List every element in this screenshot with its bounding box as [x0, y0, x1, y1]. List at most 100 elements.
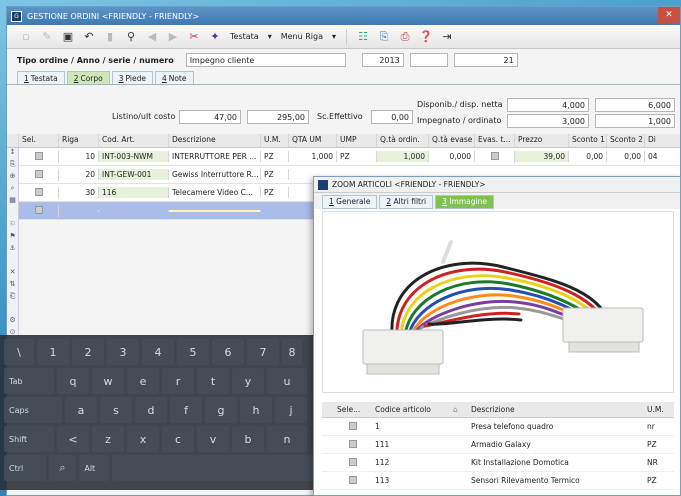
sort-icon[interactable]: ⌂ — [450, 405, 468, 414]
key[interactable]: c — [162, 426, 194, 452]
binoculars-icon[interactable]: ⚲ — [122, 28, 140, 46]
copy-icon[interactable]: ⎘ — [375, 28, 393, 46]
key[interactable]: n — [267, 426, 307, 452]
cell-ump[interactable]: PZ — [337, 151, 377, 162]
menu-riga[interactable]: Menu Riga — [278, 32, 326, 41]
undo-icon[interactable]: ↶ — [80, 28, 98, 46]
alt-key[interactable]: Alt — [79, 455, 110, 481]
key[interactable]: q — [57, 368, 89, 394]
cell-descrizione[interactable] — [169, 209, 261, 212]
numero-field[interactable]: 21 — [453, 53, 518, 67]
list-item[interactable]: 113 Sensori Rilevamento Termico PZ — [322, 472, 674, 490]
col-um[interactable]: U.M. — [261, 134, 289, 147]
checkbox[interactable] — [34, 169, 43, 178]
tab-piede[interactable]: 3 Piede — [111, 71, 153, 84]
col-ump[interactable]: UMP — [337, 134, 377, 147]
cell-descrizione[interactable]: INTERRUTTORE PER ... — [169, 151, 261, 162]
tipo-ordine-field[interactable]: Impegno cliente — [185, 53, 346, 67]
key[interactable]: a — [65, 397, 97, 423]
cell-um[interactable]: PZ — [261, 169, 289, 180]
testata-arrow[interactable]: ▾ — [265, 32, 275, 41]
print-icon[interactable]: ⎙ — [396, 28, 414, 46]
row-select[interactable] — [334, 439, 372, 450]
col-sconto1[interactable]: Sconto 1 — [569, 134, 607, 147]
row-select[interactable] — [334, 421, 372, 432]
col-descrizione[interactable]: Descrizione — [169, 134, 261, 147]
cell-sconto1[interactable]: 0,00 — [569, 151, 607, 162]
move-icon[interactable]: ⇅ — [7, 280, 18, 292]
serie-field[interactable] — [409, 53, 448, 67]
key[interactable]: \ — [4, 339, 34, 365]
space-key[interactable] — [112, 455, 318, 481]
col-qta-ordin[interactable]: Q.tà ordin. — [377, 134, 429, 147]
list-item[interactable]: 1 Presa telefono quadro nr — [322, 418, 674, 436]
col-codice[interactable]: Codice articolo — [372, 405, 450, 414]
list-item[interactable]: 112 Kit Installazione Domotica NR — [322, 454, 674, 472]
cell-qta-evase[interactable]: 0,000 — [429, 151, 475, 162]
tab-immagine[interactable]: 3 Immagine — [435, 195, 494, 209]
checkbox[interactable] — [490, 151, 499, 160]
cell-descrizione[interactable]: Gewiss Interruttore R... — [169, 169, 261, 180]
key[interactable]: t — [197, 368, 229, 394]
tab-note[interactable]: 4 Note — [154, 71, 194, 84]
cell-prezzo[interactable]: 39,00 — [515, 151, 569, 162]
new-icon[interactable]: ▫ — [17, 28, 35, 46]
col-descrizione[interactable]: Descrizione — [468, 405, 644, 414]
menu-riga-arrow[interactable]: ▾ — [329, 32, 339, 41]
tab-key[interactable]: Tab — [4, 368, 54, 394]
filter-icon[interactable]: ⚐ — [7, 220, 18, 232]
col-di[interactable]: Di — [645, 134, 680, 147]
save-icon[interactable]: ▣ — [59, 28, 77, 46]
row-select[interactable] — [19, 186, 59, 199]
search-icon[interactable]: ⌕ — [7, 184, 18, 196]
ctrl-key[interactable]: Ctrl — [4, 455, 46, 481]
key[interactable]: < — [57, 426, 89, 452]
cell-sconto2[interactable]: 0,00 — [607, 151, 645, 162]
key[interactable]: 4 — [142, 339, 174, 365]
col-cod-art[interactable]: Cod. Art. — [99, 134, 169, 147]
row-select[interactable] — [19, 204, 59, 217]
ult-costo-field[interactable]: 295,00 — [247, 110, 309, 124]
anchor-icon[interactable]: ⚓ — [7, 244, 18, 256]
col-um[interactable]: U.M. — [644, 405, 674, 414]
cell-cod-art[interactable] — [99, 209, 169, 212]
key[interactable]: b — [232, 426, 264, 452]
grid-icon[interactable]: ☷ — [354, 28, 372, 46]
cell-cod-art[interactable]: 116 — [99, 187, 169, 198]
key[interactable]: 8 — [282, 339, 302, 365]
search-icon[interactable]: ⌕ — [48, 455, 77, 481]
tools-icon[interactable]: ⚙ — [7, 316, 18, 328]
list-item[interactable]: 111 Armadio Galaxy PZ — [322, 436, 674, 454]
key[interactable]: w — [92, 368, 124, 394]
anno-field[interactable]: 2013 — [361, 53, 404, 67]
listino-field[interactable]: 47,00 — [179, 110, 241, 124]
key[interactable]: 7 — [247, 339, 279, 365]
key[interactable]: f — [170, 397, 202, 423]
checkbox[interactable] — [349, 421, 357, 430]
filter-clear-icon[interactable]: ⚑ — [7, 232, 18, 244]
checkbox[interactable] — [349, 439, 357, 448]
cell-di[interactable]: 04 — [645, 151, 680, 162]
tab-altri-filtri[interactable]: 2 Altri filtri — [379, 195, 434, 209]
key[interactable]: v — [197, 426, 229, 452]
col-evas-t[interactable]: Evas. t... — [475, 134, 515, 147]
key[interactable]: 6 — [212, 339, 244, 365]
wand-icon[interactable]: ✦ — [206, 28, 224, 46]
key[interactable]: z — [92, 426, 124, 452]
cell-cod-art[interactable]: INT-GEW-001 — [99, 169, 169, 180]
row-select[interactable] — [334, 457, 372, 468]
key[interactable]: 3 — [107, 339, 139, 365]
cell-descrizione[interactable]: Telecamere Video C... — [169, 187, 261, 198]
next-icon[interactable]: ▶ — [164, 28, 182, 46]
key[interactable]: 5 — [177, 339, 209, 365]
edit-icon[interactable]: ✎ — [38, 28, 56, 46]
cell-evas-t[interactable] — [475, 150, 515, 163]
cell-qta-ordin[interactable]: 1,000 — [377, 151, 429, 162]
tab-corpo[interactable]: 2 Corpo — [66, 71, 110, 84]
row-select[interactable] — [19, 168, 59, 181]
key[interactable]: e — [127, 368, 159, 394]
key[interactable]: g — [205, 397, 237, 423]
sc-effettivo-field[interactable]: 0,00 — [371, 110, 413, 124]
tab-generale[interactable]: 1 Generale — [322, 195, 378, 209]
checkbox[interactable] — [349, 475, 357, 484]
